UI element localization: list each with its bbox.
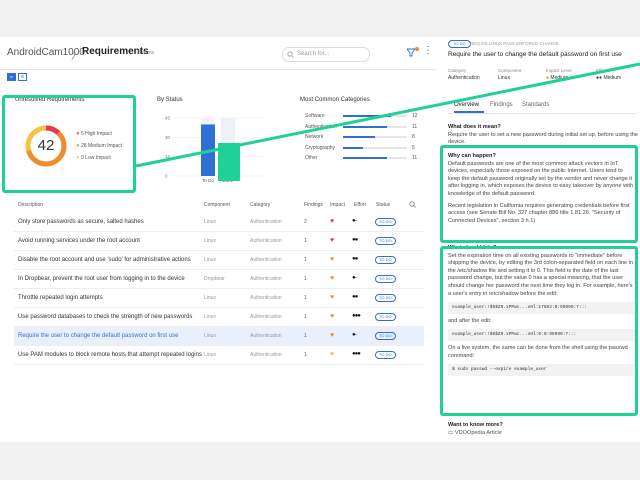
annotation-connector (135, 62, 640, 168)
